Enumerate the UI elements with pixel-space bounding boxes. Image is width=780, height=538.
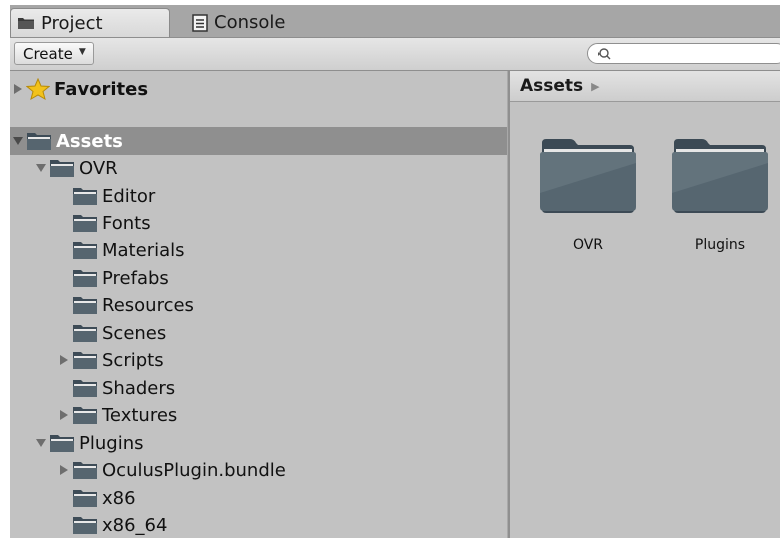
tree-item-label: Shaders	[102, 377, 176, 399]
search-field[interactable]	[587, 43, 780, 64]
folder-icon	[73, 517, 97, 534]
tree-item-resources[interactable]: Resources	[72, 292, 194, 318]
tree-item-shaders[interactable]: Shaders	[72, 375, 175, 401]
tab-project[interactable]: Project	[10, 8, 170, 37]
tree-item-label: Prefabs	[102, 267, 169, 289]
star-icon	[26, 78, 50, 100]
tree-item-label: Scenes	[102, 322, 167, 344]
content-panel: Assets ▶ OVR Plugins	[510, 71, 780, 538]
tab-console[interactable]: Console	[186, 8, 346, 37]
collapse-arrow-icon[interactable]	[35, 163, 47, 173]
tab-project-label: Project	[41, 12, 103, 34]
tree-item-label: Scripts	[102, 349, 164, 371]
asset-folder-ovr[interactable]: OVR	[538, 137, 638, 253]
dropdown-arrow-icon: ▼	[78, 46, 86, 57]
tree-item-label: Materials	[102, 239, 185, 261]
tree-item-x86[interactable]: x86	[72, 485, 136, 511]
tree-item-label: Favorites	[54, 78, 149, 100]
folder-icon	[27, 133, 51, 150]
breadcrumb: Assets ▶	[510, 71, 780, 102]
folder-icon	[73, 297, 97, 314]
collapse-arrow-icon[interactable]	[35, 438, 47, 448]
asset-label: Plugins	[694, 237, 746, 253]
folder-icon	[73, 270, 97, 287]
folder-icon	[73, 380, 97, 397]
tree-item-label: Resources	[102, 294, 194, 316]
folder-icon	[73, 352, 97, 369]
asset-folder-plugins[interactable]: Plugins	[670, 137, 770, 253]
tree-item-label: Editor	[102, 185, 156, 207]
console-icon	[192, 13, 208, 32]
large-folder-icon	[540, 139, 636, 213]
folder-icon	[73, 215, 97, 232]
tree-item-prefabs[interactable]: Prefabs	[72, 265, 169, 291]
tree-item-materials[interactable]: Materials	[72, 237, 185, 263]
expand-arrow-icon[interactable]	[58, 354, 70, 366]
folder-icon	[73, 188, 97, 205]
tree-item-favorites[interactable]: Favorites	[12, 76, 148, 102]
tree-item-label: Plugins	[79, 432, 144, 454]
folder-icon	[73, 242, 97, 259]
tree-item-plugins[interactable]: Plugins	[35, 430, 143, 456]
toolbar: Create ▼	[10, 38, 780, 71]
create-button[interactable]: Create ▼	[14, 42, 94, 65]
tab-bar: Project Console	[10, 5, 780, 38]
tree-item-label: Textures	[102, 404, 178, 426]
expand-arrow-icon[interactable]	[58, 464, 70, 476]
tree-item-assets[interactable]: Assets	[12, 128, 123, 154]
project-window: Project Console Create ▼ Favorites Asset…	[10, 5, 780, 538]
asset-label: OVR	[572, 237, 604, 253]
expand-arrow-icon[interactable]	[58, 409, 70, 421]
folder-icon	[73, 490, 97, 507]
tab-console-label: Console	[214, 12, 286, 33]
folder-icon	[73, 407, 97, 424]
tree-item-x86-64[interactable]: x86_64	[72, 512, 167, 538]
tree-item-oculusplugin-bundle[interactable]: OculusPlugin.bundle	[58, 457, 286, 483]
folder-icon	[73, 462, 97, 479]
folder-icon	[50, 435, 74, 452]
tree-item-label: x86	[102, 487, 136, 509]
tree-item-scripts[interactable]: Scripts	[58, 347, 164, 373]
tree-item-fonts[interactable]: Fonts	[72, 210, 151, 236]
tree-item-label: x86_64	[102, 514, 168, 536]
breadcrumb-assets[interactable]: Assets	[520, 76, 583, 96]
tree-item-scenes[interactable]: Scenes	[72, 320, 166, 346]
expand-arrow-icon[interactable]	[12, 83, 24, 95]
tree-item-label: Assets	[56, 130, 123, 152]
folder-icon	[50, 160, 74, 177]
folder-icon	[73, 325, 97, 342]
tree-item-ovr[interactable]: OVR	[35, 155, 118, 181]
tree-item-editor[interactable]: Editor	[72, 183, 155, 209]
search-icon	[598, 47, 611, 59]
collapse-arrow-icon[interactable]	[12, 136, 24, 146]
tree-item-textures[interactable]: Textures	[58, 402, 177, 428]
tree-item-label: OVR	[79, 157, 118, 179]
breadcrumb-arrow-icon: ▶	[591, 79, 600, 93]
tree-item-label: OculusPlugin.bundle	[102, 459, 286, 481]
large-folder-icon	[672, 139, 768, 213]
project-tree: Favorites Assets OVR Editor Fonts Materi…	[10, 71, 507, 538]
tree-item-label: Fonts	[102, 212, 151, 234]
create-button-label: Create	[23, 44, 73, 63]
folder-icon	[18, 18, 34, 29]
